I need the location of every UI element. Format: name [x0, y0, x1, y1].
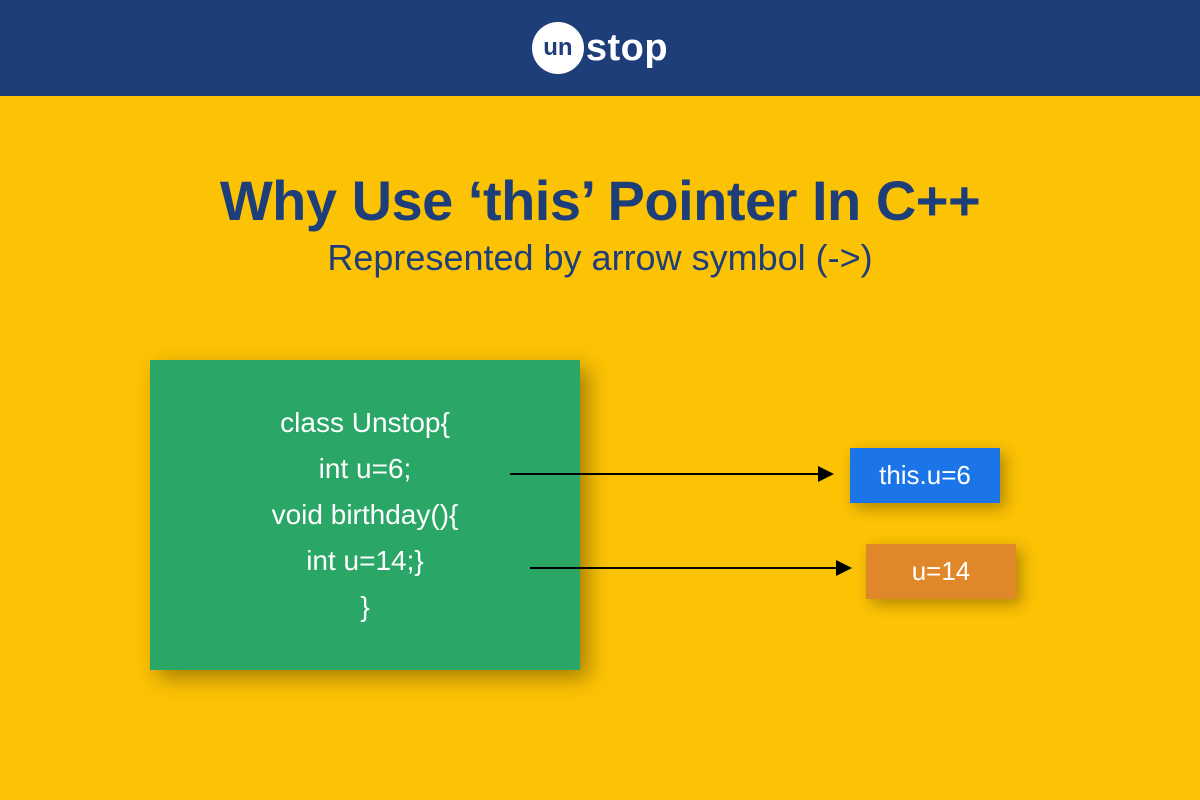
code-line-1: class Unstop{	[272, 400, 459, 446]
title-block: Why Use ‘this’ Pointer In C++ Represente…	[0, 168, 1200, 279]
logo-circle: un	[532, 22, 584, 74]
result-this-u: this.u=6	[850, 448, 1000, 503]
logo-circle-text: un	[543, 34, 572, 62]
page-subtitle: Represented by arrow symbol (->)	[0, 237, 1200, 279]
code-line-4: int u=14;}	[272, 538, 459, 584]
logo: un stop	[532, 22, 668, 74]
code-box: class Unstop{ int u=6; void birthday(){ …	[150, 360, 580, 670]
result-local-u: u=14	[866, 544, 1016, 599]
logo-suffix-text: stop	[586, 27, 668, 70]
page-title: Why Use ‘this’ Pointer In C++	[0, 168, 1200, 233]
code-line-2: int u=6;	[272, 446, 459, 492]
code-line-5: }	[272, 584, 459, 630]
code-lines: class Unstop{ int u=6; void birthday(){ …	[272, 400, 459, 631]
code-line-3: void birthday(){	[272, 492, 459, 538]
arrow-to-this-u	[510, 473, 832, 475]
arrow-to-local-u	[530, 567, 850, 569]
header-bar: un stop	[0, 0, 1200, 96]
diagram-area: class Unstop{ int u=6; void birthday(){ …	[150, 360, 1070, 720]
